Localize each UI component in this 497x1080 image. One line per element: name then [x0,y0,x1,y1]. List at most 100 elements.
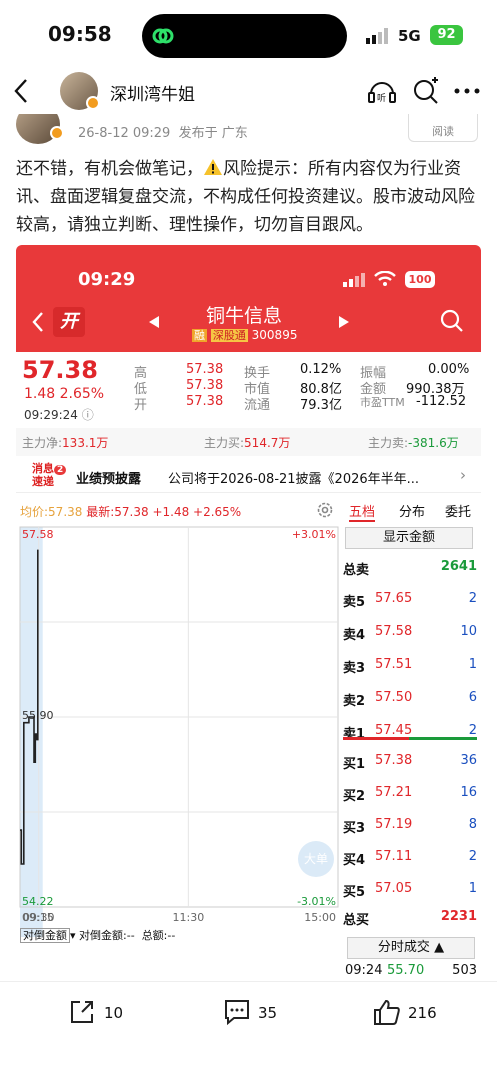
stat-value: 79.3亿 [300,398,342,413]
news-banner[interactable]: 消息 2 速递 业绩预披露 公司将于2026-08-21披露《2026年半年...… [16,459,481,493]
chevron-right-icon: › [460,466,466,484]
level-volume: 2 [468,591,477,606]
verified-badge-icon [50,126,64,140]
share-button[interactable]: 10 [68,998,138,1028]
pct-bottom-label: -3.01% [297,895,336,908]
post-author-row: 26-8-12 09:29 发布于 广东 阅读 [0,114,497,144]
dynamic-island [142,14,347,58]
level-volume: 8 [468,817,477,832]
total-buy-row: 总买 2231 [341,909,481,929]
level-price: 57.19 [375,817,413,832]
ask-level: 卖4 57.58 10 [341,624,481,644]
like-count: 216 [408,1004,437,1022]
stat-label: 流通 [244,398,271,413]
signal-icon [366,28,388,44]
stock-status-time: 09:29 [78,269,136,290]
prev-stock-icon[interactable] [148,315,160,329]
quote-panel: 57.38 1.48 2.65% 09:29:24 ⓘ 高 57.38 低 57… [16,352,481,422]
level-label: 卖4 [343,628,366,643]
next-stock-icon[interactable] [338,315,350,329]
comment-count: 35 [258,1004,278,1022]
stock-screenshot[interactable]: 09:29 100 开 铜牛信息 融 深股通 300895 57.38 1.48… [16,245,481,981]
bid-level: 买5 57.05 1 [341,881,481,901]
order-book: 五档 分布 委托 显示金额 总卖 2641 卖5 57.65 2 卖4 57.58 10 卖… [341,497,481,981]
news-badge-bottom: 速递 [32,475,54,488]
more-icon[interactable] [452,76,482,106]
connect-tag: 深股通 [210,329,248,342]
level-price: 57.38 [375,753,413,768]
back-icon[interactable] [30,311,46,333]
back-icon[interactable] [10,76,34,106]
y-bottom-label: 54.22 [22,895,54,908]
like-button[interactable]: 216 [372,998,452,1028]
news-badge: 消息 2 速递 [32,463,70,489]
level-label: 买2 [343,789,366,804]
level-label: 买5 [343,885,366,900]
last-tick-row: 09:24 55.70 503 [341,963,481,981]
flow-sell-value: -381.6万 [408,436,459,450]
level-price: 57.51 [375,657,413,672]
level-label: 买1 [343,757,366,772]
indicator-select[interactable]: 对倒金额 [20,928,70,943]
price-line-chart[interactable]: 57.5855.9054.22+3.01%-3.01%09:1509:30 11:… [16,497,341,981]
search-plus-icon[interactable] [412,76,440,106]
y-top-label: 57.58 [22,528,54,541]
bid-level: 买2 57.21 16 [341,785,481,805]
comment-button[interactable]: 35 [222,998,292,1028]
stock-name: 铜牛信息 [206,305,283,327]
sell-bar [343,737,409,740]
warning-icon [204,159,222,175]
bid-level: 买4 57.11 2 [341,849,481,869]
tab-orders[interactable]: 委托 [445,501,471,520]
stat-label: 开 [134,398,148,413]
level-price: 57.11 [375,849,413,864]
post-meta: 26-8-12 09:29 发布于 广东 [78,122,248,141]
total-buy-label: 总买 [343,913,370,928]
flow-buy: 主力买:514.7万 [204,434,290,451]
flow-sell: 主力卖:-381.6万 [368,434,459,451]
orderbook-tabs: 五档 分布 委托 [343,501,479,523]
x-tick-label: 09:30 [23,911,55,924]
level-volume: 16 [460,785,477,800]
stat-label: 市盈TTM [360,396,405,409]
intraday-chart[interactable]: 均价:57.38 最新:57.38 +1.48 +2.65% 57.58 55.9… [16,497,341,981]
stock-battery: 100 [405,271,435,288]
read-count-box: 阅读 [408,114,478,142]
status-time: 09:58 [48,22,112,46]
wifi-icon [374,271,396,286]
indicator-value-a: 对倒金额:-- [79,929,135,942]
flow-net-label: 主力净: [22,436,63,450]
ask-level: 卖1 57.45 2 [341,723,481,743]
total-sell-label: 总卖 [343,563,370,578]
tab-five-level[interactable]: 五档 [349,501,376,522]
stat-value: -112.52 [416,394,467,409]
level-label: 买3 [343,821,366,836]
open-account-button[interactable]: 开 [53,307,85,337]
post-date: 26-8-12 09:29 [78,126,171,141]
level-volume: 36 [460,753,477,768]
news-badge-top: 消息 [32,462,54,475]
level-volume: 10 [460,624,477,639]
tick-detail-button[interactable]: 分时成交 ▲ [347,937,475,959]
show-amount-button[interactable]: 显示金额 [345,527,473,549]
big-order-button[interactable]: 大单 [298,841,334,877]
level-price: 57.58 [375,624,413,639]
total-buy-value: 2231 [440,909,477,924]
listen-icon[interactable]: 听 [366,76,398,106]
post-location: 发布于 广东 [178,126,248,141]
tab-distribution[interactable]: 分布 [399,501,425,520]
author-name[interactable]: 深圳湾牛姐 [110,80,195,105]
read-label: 阅读 [432,125,454,138]
indicator-value-b: 总额:-- [141,929,176,942]
news-count: 2 [54,465,67,475]
share-icon [71,1001,93,1023]
level-volume: 1 [468,657,477,672]
tick-time: 09:24 [345,963,383,978]
search-icon[interactable] [440,309,464,333]
pct-top-label: +3.01% [292,528,336,541]
ask-level: 卖2 57.50 6 [341,690,481,710]
level-price: 57.65 [375,591,413,606]
level-price: 57.05 [375,881,413,896]
info-icon[interactable]: ⓘ [82,408,94,422]
battery-indicator: 92 [430,25,463,45]
